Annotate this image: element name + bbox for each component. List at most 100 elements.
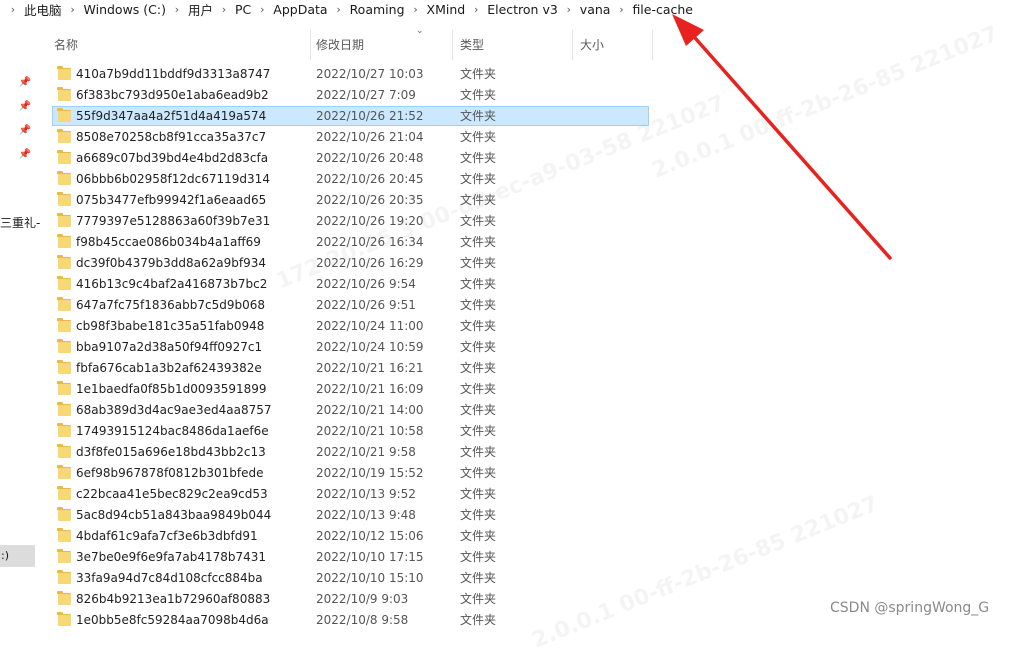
breadcrumb-chevron-icon[interactable]: › (614, 3, 628, 16)
pin-icon[interactable]: 📌 (18, 124, 32, 138)
file-date: 2022/10/12 15:06 (316, 529, 424, 543)
file-date: 2022/10/26 16:34 (316, 235, 424, 249)
file-type: 文件夹 (460, 382, 497, 396)
column-divider[interactable] (572, 30, 573, 60)
file-type: 文件夹 (460, 277, 497, 291)
breadcrumb-appdata[interactable]: AppData (269, 2, 331, 17)
file-name: 8508e70258cb8f91cca35a37c7 (76, 130, 267, 144)
file-row[interactable]: 6f383bc793d950e1aba6ead9b2 2022/10/27 7:0… (40, 85, 660, 106)
breadcrumb-chevron-icon[interactable]: › (170, 3, 184, 16)
file-date: 2022/10/13 9:52 (316, 487, 416, 501)
file-row[interactable]: 8508e70258cb8f91cca35a37c7 2022/10/26 21:… (40, 127, 660, 148)
file-name: 826b4b9213ea1b72960af80883 (76, 592, 271, 606)
file-row[interactable]: d3f8fe015a696e18bd43bb2c13 2022/10/21 9:5… (40, 442, 660, 463)
file-date: 2022/10/21 10:58 (316, 424, 424, 438)
breadcrumb-chevron-icon[interactable]: › (562, 3, 576, 16)
folder-icon (57, 276, 71, 290)
breadcrumb-this-pc[interactable]: 此电脑 (20, 0, 66, 18)
file-list: 410a7b9dd11bddf9d3313a8747 2022/10/27 10:… (40, 64, 660, 631)
file-name: c22bcaa41e5bec829c2ea9cd53 (76, 487, 268, 501)
breadcrumb-file-cache[interactable]: file-cache (628, 2, 697, 17)
file-date: 2022/10/27 10:03 (316, 67, 424, 81)
breadcrumb-chevron-icon[interactable]: › (6, 3, 20, 16)
file-type: 文件夹 (460, 319, 497, 333)
folder-icon (57, 255, 71, 269)
breadcrumb-users[interactable]: 用户 (184, 0, 217, 18)
file-type: 文件夹 (460, 466, 497, 480)
file-row[interactable]: 1e1baedfa0f85b1d0093591899 2022/10/21 16:… (40, 379, 660, 400)
file-row[interactable]: 33fa9a94d7c84d108cfcc884ba 2022/10/10 15:… (40, 568, 660, 589)
column-type-header[interactable]: 类型 (460, 30, 484, 60)
nav-item-partial[interactable]: 三重礼- (0, 214, 40, 231)
file-name: bba9107a2d38a50f94ff0927c1 (76, 340, 263, 354)
address-breadcrumb[interactable]: › 此电脑 › Windows (C:) › 用户 › PC › AppData… (0, 0, 1024, 18)
file-type: 文件夹 (460, 298, 497, 312)
pin-icon[interactable]: 📌 (18, 148, 32, 162)
file-row[interactable]: dc39f0b4379b3dd8a62a9bf934 2022/10/26 16:… (40, 253, 660, 274)
pin-icon[interactable]: 📌 (18, 100, 32, 114)
file-row[interactable]: 075b3477efb99942f1a6eaad65 2022/10/26 20:… (40, 190, 660, 211)
pin-icon[interactable]: 📌 (18, 76, 32, 90)
file-row[interactable]: 7779397e5128863a60f39b7e31 2022/10/26 19:… (40, 211, 660, 232)
file-row[interactable]: 6ef98b967878f0812b301bfede 2022/10/19 15:… (40, 463, 660, 484)
file-date: 2022/10/13 9:48 (316, 508, 416, 522)
file-date: 2022/10/27 7:09 (316, 88, 416, 102)
file-row[interactable]: 17493915124bac8486da1aef6e 2022/10/21 10:… (40, 421, 660, 442)
file-name: 075b3477efb99942f1a6eaad65 (76, 193, 267, 207)
breadcrumb-chevron-icon[interactable]: › (332, 3, 346, 16)
file-name: 17493915124bac8486da1aef6e (76, 424, 269, 438)
column-divider[interactable] (452, 30, 453, 60)
file-date: 2022/10/26 21:52 (316, 109, 424, 123)
breadcrumb-chevron-icon[interactable]: › (217, 3, 231, 16)
file-row[interactable]: f98b45ccae086b034b4a1aff69 2022/10/26 16:… (40, 232, 660, 253)
file-type: 文件夹 (460, 214, 497, 228)
file-date: 2022/10/26 9:54 (316, 277, 416, 291)
nav-item-drive[interactable]: :) (0, 545, 35, 567)
file-row[interactable]: 416b13c9c4baf2a416873b7bc2 2022/10/26 9:5… (40, 274, 660, 295)
file-date: 2022/10/21 14:00 (316, 403, 424, 417)
file-row[interactable]: 4bdaf61c9afa7cf3e6b3dbfd91 2022/10/12 15:… (40, 526, 660, 547)
file-row[interactable]: c22bcaa41e5bec829c2ea9cd53 2022/10/13 9:5… (40, 484, 660, 505)
file-date: 2022/10/21 16:09 (316, 382, 424, 396)
breadcrumb-chevron-icon[interactable]: › (255, 3, 269, 16)
file-row[interactable]: 68ab389d3d4ac9ae3ed4aa8757 2022/10/21 14:… (40, 400, 660, 421)
watermark: 2.0.0.1 00-ff-2b-26-85 221027 (648, 21, 1002, 184)
file-type: 文件夹 (460, 592, 497, 606)
file-date: 2022/10/26 20:48 (316, 151, 424, 165)
file-name: 647a7fc75f1836abb7c5d9b068 (76, 298, 265, 312)
file-row[interactable]: bba9107a2d38a50f94ff0927c1 2022/10/24 10:… (40, 337, 660, 358)
file-row[interactable]: a6689c07bd39bd4e4bd2d83cfa 2022/10/26 20:… (40, 148, 660, 169)
file-row[interactable]: 5ac8d94cb51a843baa9849b044 2022/10/13 9:4… (40, 505, 660, 526)
file-row[interactable]: 06bbb6b02958f12dc67119d314 2022/10/26 20:… (40, 169, 660, 190)
file-row[interactable]: 647a7fc75f1836abb7c5d9b068 2022/10/26 9:5… (40, 295, 660, 316)
file-row[interactable]: fbfa676cab1a3b2af62439382e 2022/10/21 16:… (40, 358, 660, 379)
breadcrumb-xmind[interactable]: XMind (423, 2, 470, 17)
file-row[interactable]: 3e7be0e9f6e9fa7ab4178b7431 2022/10/10 17:… (40, 547, 660, 568)
folder-icon (57, 339, 71, 353)
breadcrumb-chevron-icon[interactable]: › (66, 3, 80, 16)
file-row[interactable]: cb98f3babe181c35a51fab0948 2022/10/24 11:… (40, 316, 660, 337)
file-name: f98b45ccae086b034b4a1aff69 (76, 235, 261, 249)
folder-icon (57, 108, 71, 122)
breadcrumb-vana[interactable]: vana (576, 2, 615, 17)
column-date-header[interactable]: 修改日期 (316, 30, 364, 60)
breadcrumb-drive-c[interactable]: Windows (C:) (80, 2, 170, 17)
file-name: 5ac8d94cb51a843baa9849b044 (76, 508, 272, 522)
column-size-header[interactable]: 大小 (580, 30, 604, 60)
file-date: 2022/10/10 15:10 (316, 571, 424, 585)
breadcrumb-electron-v3[interactable]: Electron v3 (483, 2, 562, 17)
file-row[interactable]: 410a7b9dd11bddf9d3313a8747 2022/10/27 10:… (40, 64, 660, 85)
file-type: 文件夹 (460, 508, 497, 522)
file-name: 4bdaf61c9afa7cf3e6b3dbfd91 (76, 529, 258, 543)
file-date: 2022/10/10 17:15 (316, 550, 424, 564)
file-row[interactable]: 55f9d347aa4a2f51d4a419a574 2022/10/26 21:… (40, 106, 660, 127)
file-row[interactable]: 826b4b9213ea1b72960af80883 2022/10/9 9:03… (40, 589, 660, 610)
breadcrumb-chevron-icon[interactable]: › (409, 3, 423, 16)
breadcrumb-chevron-icon[interactable]: › (469, 3, 483, 16)
file-type: 文件夹 (460, 193, 497, 207)
breadcrumb-pc[interactable]: PC (231, 2, 255, 17)
breadcrumb-roaming[interactable]: Roaming (346, 2, 409, 17)
column-divider[interactable] (310, 30, 311, 60)
column-name-header[interactable]: 名称 (54, 30, 78, 60)
column-divider[interactable] (652, 30, 653, 60)
